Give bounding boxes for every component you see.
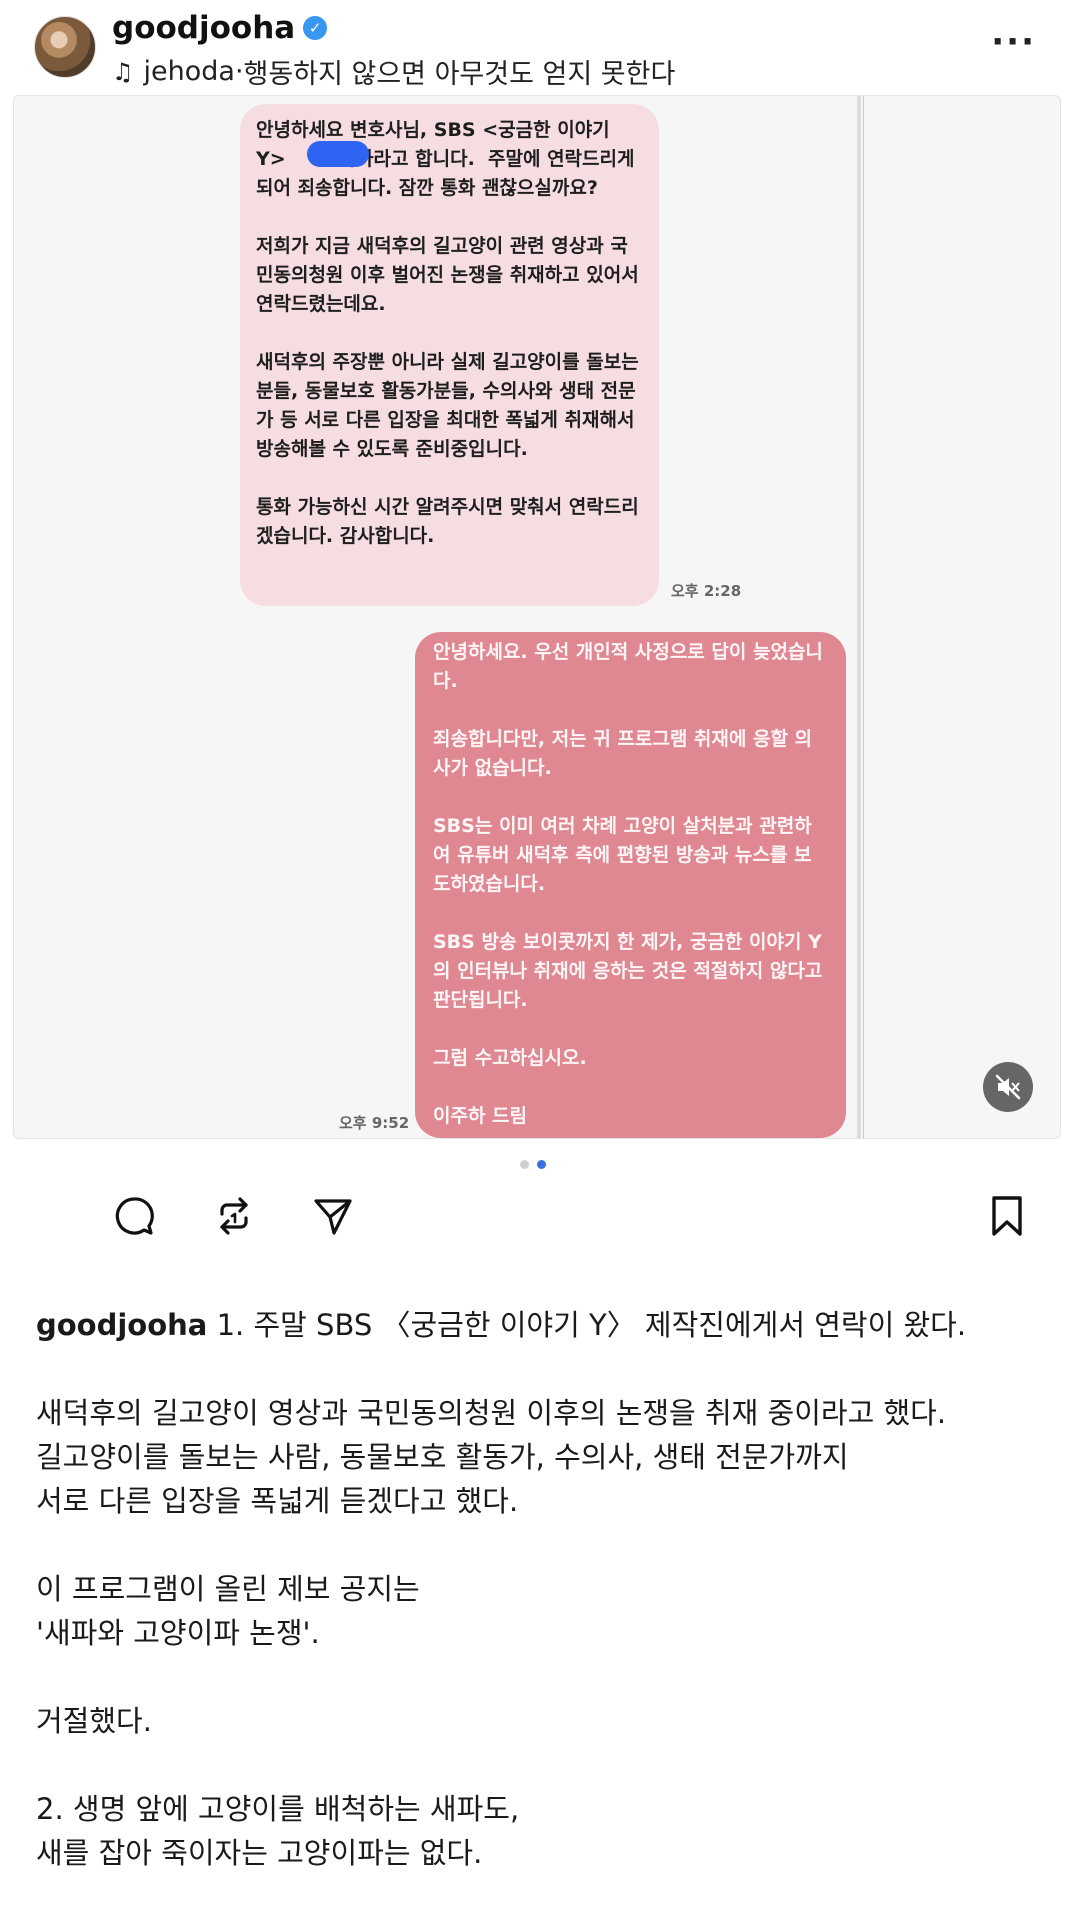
chat-divider xyxy=(857,96,861,1138)
outgoing-message-bubble: 안녕하세요. 우선 개인적 사정으로 답이 늦었습니다. 죄송합니다만, 저는 … xyxy=(415,632,846,1138)
post-media[interactable]: 안녕하세요 변호사님, SBS <궁금한 이야기 Y> 작가라고 합니다. 주말… xyxy=(13,95,1061,1139)
caption-text: 1. 주말 SBS 〈궁금한 이야기 Y〉 제작진에게서 연락이 왔다. 새덕후… xyxy=(36,1308,967,1870)
carousel-dot-2-active[interactable] xyxy=(537,1160,546,1169)
caption-username[interactable]: goodjooha xyxy=(36,1308,207,1342)
mute-icon[interactable] xyxy=(983,1062,1033,1112)
more-options-icon[interactable]: ··· xyxy=(991,22,1036,62)
music-info[interactable]: ♫ jehoda · 행동하지 않으면 아무것도 얻지 못한다 xyxy=(112,52,675,91)
post-caption: goodjooha 1. 주말 SBS 〈궁금한 이야기 Y〉 제작진에게서 연… xyxy=(36,1303,1036,1875)
music-separator: · xyxy=(234,56,244,87)
avatar[interactable] xyxy=(34,16,96,78)
redaction-mark xyxy=(307,141,369,167)
music-note-icon: ♫ xyxy=(112,57,134,86)
username[interactable]: goodjooha xyxy=(112,10,295,46)
incoming-timestamp: 오후 2:28 xyxy=(671,582,742,600)
outgoing-timestamp: 오후 9:52 xyxy=(339,1114,410,1132)
repost-icon[interactable] xyxy=(210,1192,258,1240)
chat-divider-line xyxy=(863,96,864,1138)
music-title: 행동하지 않으면 아무것도 얻지 못한다 xyxy=(243,59,676,90)
action-bar xyxy=(0,1192,1072,1252)
comment-icon[interactable] xyxy=(110,1192,158,1240)
verified-badge-icon: ✓ xyxy=(303,16,328,40)
carousel-dot-1[interactable] xyxy=(520,1160,529,1169)
username-row: goodjooha ✓ xyxy=(112,10,328,46)
share-icon[interactable] xyxy=(309,1192,357,1240)
bookmark-icon[interactable] xyxy=(983,1192,1031,1240)
music-artist: jehoda xyxy=(143,56,235,87)
post-header: goodjooha ✓ ♫ jehoda · 행동하지 않으면 아무것도 얻지 … xyxy=(0,0,1072,96)
carousel-indicator xyxy=(520,1160,546,1169)
incoming-message-bubble: 안녕하세요 변호사님, SBS <궁금한 이야기 Y> 작가라고 합니다. 주말… xyxy=(240,104,659,606)
